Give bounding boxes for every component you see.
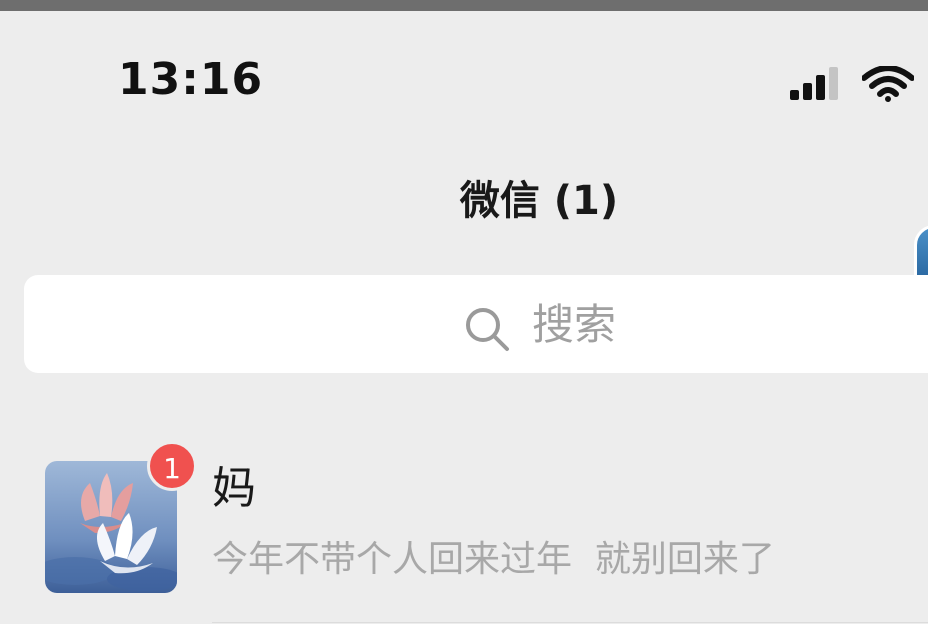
row-divider bbox=[212, 622, 928, 623]
chat-name: 妈 bbox=[212, 463, 256, 514]
top-bezel bbox=[0, 0, 928, 11]
unread-badge: 1 bbox=[147, 441, 197, 491]
signal-icon bbox=[790, 67, 838, 100]
wechat-screen: 13:16 微信 (1) 搜索 1 妈 今年不带个人回来过年 就别回来了 bbox=[0, 11, 928, 624]
chat-list-item[interactable]: 1 妈 今年不带个人回来过年 就别回来了 bbox=[0, 431, 928, 624]
nav-title: 微信 (1) bbox=[459, 178, 619, 224]
chat-preview: 今年不带个人回来过年 就别回来了 bbox=[212, 539, 775, 580]
search-placeholder[interactable]: 搜索 bbox=[532, 304, 616, 346]
search-icon bbox=[466, 308, 509, 351]
wifi-icon bbox=[862, 66, 914, 102]
status-time: 13:16 bbox=[118, 54, 264, 105]
